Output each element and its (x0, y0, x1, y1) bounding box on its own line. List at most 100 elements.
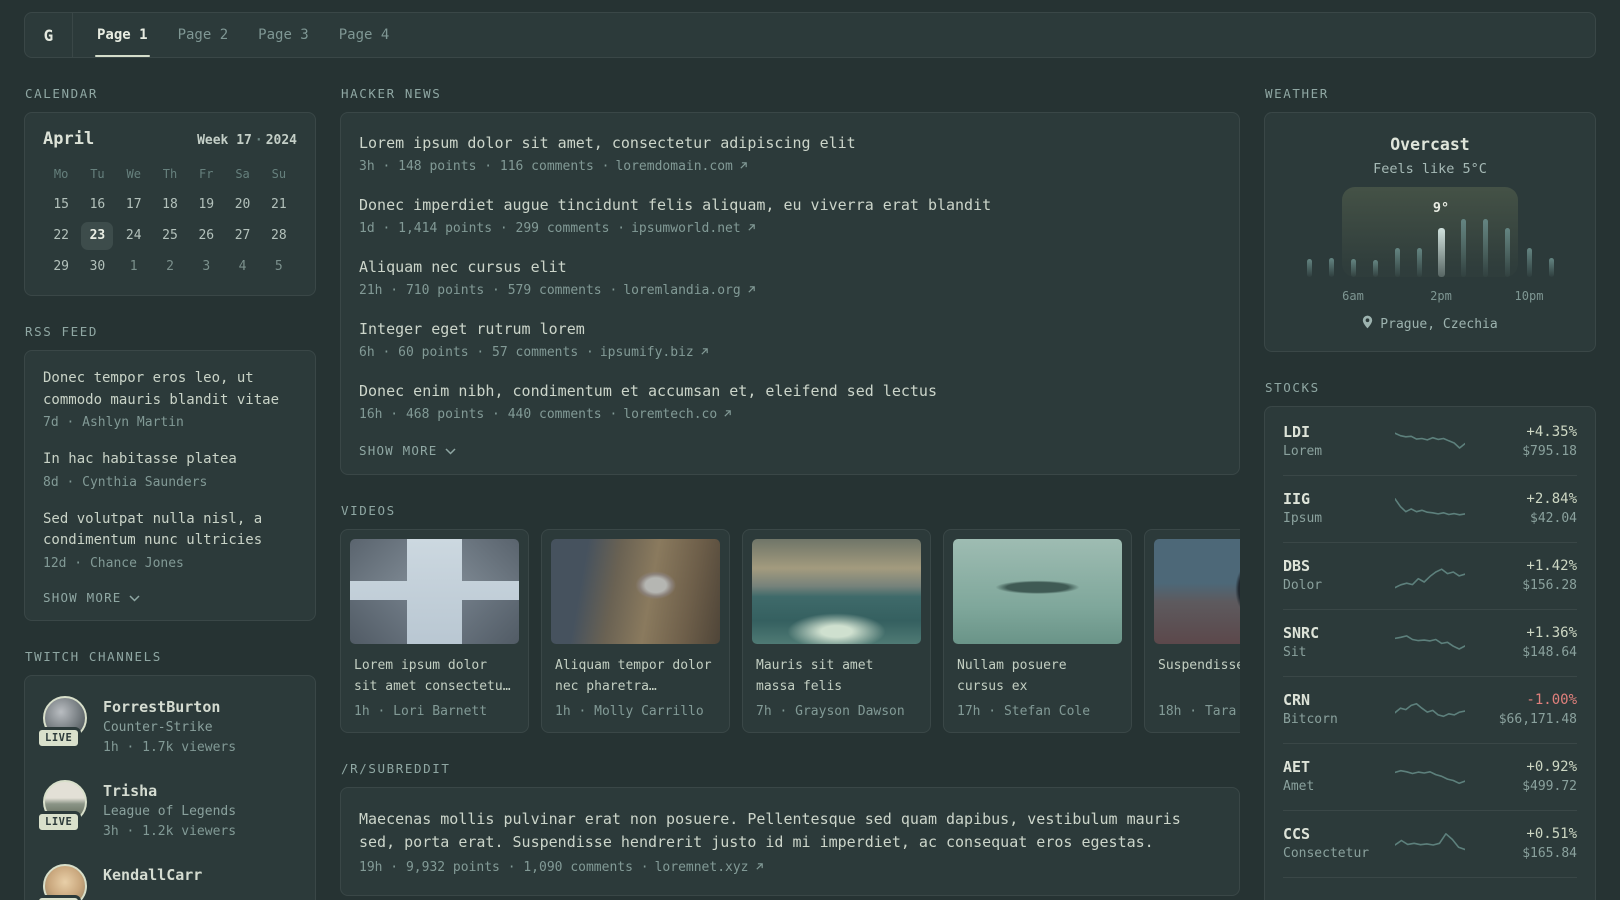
twitch-channel-name[interactable]: ForrestBurton (103, 696, 236, 718)
twitch-channel-row[interactable]: LIVE ForrestBurton Counter-Strike 1h · 1… (36, 695, 297, 758)
stock-sparkline (1395, 702, 1465, 717)
video-title[interactable]: Lorem ipsum dolor sit amet consectetu… (354, 655, 515, 697)
hn-domain-link[interactable]: loremtech.co (623, 407, 717, 422)
hn-meta-text: 21h · 710 points · 579 comments · (359, 283, 618, 298)
calendar-weekday-row: Mo Tu We Th Fr Sa Su (43, 167, 297, 181)
hn-item: Aliquam nec cursus elit 21h · 710 points… (359, 257, 1221, 298)
rss-item-meta: 8d · Cynthia Saunders (43, 474, 208, 490)
hn-meta-text: 16h · 468 points · 440 comments · (359, 407, 618, 422)
video-card[interactable]: Nullam posuere cursus ex 17h · Stefan Co… (943, 529, 1132, 733)
twitch-channel-name[interactable]: KendallCarr (103, 864, 202, 886)
videos-section-title: VIDEOS (341, 503, 396, 518)
weather-bar (1460, 219, 1466, 277)
external-link-icon (723, 407, 732, 422)
rss-widget: Donec tempor eros leo, ut commodo mauris… (24, 350, 316, 621)
stock-name: Ipsum (1283, 511, 1323, 526)
hn-domain-link[interactable]: loremdomain.com (615, 159, 732, 174)
hackernews-widget: Lorem ipsum dolor sit amet, consectetur … (340, 112, 1240, 475)
stock-symbol: AET (1283, 758, 1311, 776)
video-title[interactable]: Suspendisse diam (1158, 655, 1240, 697)
hn-item-meta: 21h · 710 points · 579 comments · loreml… (359, 283, 1221, 298)
video-thumbnail[interactable] (350, 539, 519, 644)
show-more-label: SHOW MORE (43, 589, 122, 605)
video-card[interactable]: Aliquam tempor dolor nec pharetra… 1h · … (541, 529, 730, 733)
stock-row[interactable]: SNRC Sit +1.36% $148.64 (1283, 609, 1577, 676)
subreddit-domain-link[interactable]: loremnet.xyz (655, 860, 749, 875)
calendar-section-title: CALENDAR (25, 86, 99, 101)
weather-bar (1504, 228, 1510, 277)
twitch-avatar-wrap: LIVE (36, 863, 87, 900)
video-title[interactable]: Mauris sit amet massa felis (756, 655, 917, 697)
stock-change: -1.00% (1526, 692, 1577, 708)
stock-row[interactable]: IIG Ipsum +2.84% $42.04 (1283, 475, 1577, 542)
hn-item: Integer eget rutrum lorem 6h · 60 points… (359, 319, 1221, 360)
tab-page-4[interactable]: Page 4 (339, 13, 390, 57)
weather-location-row: Prague, Czechia (1281, 315, 1579, 333)
weather-bar (1394, 248, 1400, 277)
stock-change: +0.51% (1526, 826, 1577, 842)
rss-item-meta: 12d · Chance Jones (43, 555, 184, 571)
rss-item-title[interactable]: In hac habitasse platea (43, 449, 297, 471)
hn-item-meta: 6h · 60 points · 57 comments · ipsumify.… (359, 345, 1221, 360)
stock-row[interactable]: DBS Dolor +1.42% $156.28 (1283, 542, 1577, 609)
video-thumbnail[interactable] (752, 539, 921, 644)
calendar-day: 23 (81, 222, 114, 250)
twitch-channel-info: ForrestBurton Counter-Strike 1h · 1.7k v… (103, 696, 236, 758)
stock-id: LDI Lorem (1283, 422, 1395, 461)
twitch-channel-row[interactable]: LIVE Trisha League of Legends 3h · 1.2k … (36, 779, 297, 842)
video-title[interactable]: Aliquam tempor dolor nec pharetra… (555, 655, 716, 697)
stock-change: +1.36% (1526, 625, 1577, 641)
rss-item-title[interactable]: Donec tempor eros leo, ut commodo mauris… (43, 368, 297, 411)
video-thumbnail[interactable] (551, 539, 720, 644)
video-card[interactable]: Lorem ipsum dolor sit amet consectetu… 1… (340, 529, 529, 733)
tab-page-2[interactable]: Page 2 (178, 13, 229, 57)
twitch-avatar-wrap: LIVE (36, 779, 87, 833)
subreddit-widget: Maecenas mollis pulvinar erat non posuer… (340, 787, 1240, 896)
hn-item-title[interactable]: Integer eget rutrum lorem (359, 319, 1221, 340)
stock-sparkline (1395, 769, 1465, 784)
hn-show-more-button[interactable]: SHOW MORE (359, 443, 1221, 458)
calendar-grid: 15 16 17 18 19 20 21 22 23 24 25 26 27 28 29 30 1 2 3 4 5 (43, 191, 297, 281)
tab-page-3[interactable]: Page 3 (258, 13, 309, 57)
stock-row[interactable]: CRN Bitcorn -1.00% $66,171.48 (1283, 676, 1577, 743)
weekday-label: Th (162, 167, 178, 181)
stock-row[interactable]: AHS +0.46% (1283, 877, 1577, 900)
video-card[interactable]: Suspendisse diam 18h · Tara (1144, 529, 1240, 733)
stock-change: +4.35% (1526, 424, 1577, 440)
stock-values: +2.84% $42.04 (1465, 489, 1577, 528)
stock-id: SNRC Sit (1283, 623, 1395, 662)
video-card[interactable]: Mauris sit amet massa felis 7h · Grayson… (742, 529, 931, 733)
hn-domain-link[interactable]: ipsumify.biz (600, 345, 694, 360)
video-thumbnail[interactable] (1154, 539, 1240, 644)
stock-price: $148.64 (1522, 645, 1577, 660)
twitch-channel-name[interactable]: Trisha (103, 780, 236, 802)
daylight-band (1342, 187, 1518, 277)
video-title[interactable]: Nullam posuere cursus ex (957, 655, 1118, 697)
stock-row[interactable]: LDI Lorem +4.35% $795.18 (1283, 409, 1577, 475)
live-badge: LIVE (36, 726, 82, 749)
hn-domain-link[interactable]: loremlandia.org (623, 283, 740, 298)
external-link-icon (739, 159, 748, 174)
stock-row[interactable]: AET Amet +0.92% $499.72 (1283, 743, 1577, 810)
rss-show-more-button[interactable]: SHOW MORE (43, 590, 297, 605)
hn-domain-link[interactable]: ipsumworld.net (631, 221, 741, 236)
video-thumbnail[interactable] (953, 539, 1122, 644)
calendar-day: 29 (53, 259, 69, 274)
rss-item-title[interactable]: Sed volutpat nulla nisl, a condimentum n… (43, 509, 297, 552)
twitch-channel-row[interactable]: LIVE KendallCarr (36, 863, 297, 900)
calendar-day: 26 (198, 228, 215, 243)
video-meta: 18h · Tara (1158, 704, 1237, 719)
stock-symbol: SNRC (1283, 624, 1320, 642)
subreddit-post-title[interactable]: Maecenas mollis pulvinar erat non posuer… (359, 808, 1221, 854)
stock-row[interactable]: CCS Consectetur +0.51% $165.84 (1283, 810, 1577, 877)
stock-price: $795.18 (1522, 444, 1577, 459)
stock-price: $42.04 (1530, 511, 1577, 526)
weather-time-label: 6am (1342, 289, 1364, 303)
hn-item-title[interactable]: Aliquam nec cursus elit (359, 257, 1221, 278)
chevron-down-icon (129, 590, 140, 605)
hn-item-title[interactable]: Lorem ipsum dolor sit amet, consectetur … (359, 133, 1221, 154)
hn-item-title[interactable]: Donec enim nibh, condimentum et accumsan… (359, 381, 1221, 402)
hn-item-title[interactable]: Donec imperdiet augue tincidunt felis al… (359, 195, 1221, 216)
app-logo[interactable]: G (25, 13, 72, 57)
tab-page-1[interactable]: Page 1 (95, 13, 150, 57)
